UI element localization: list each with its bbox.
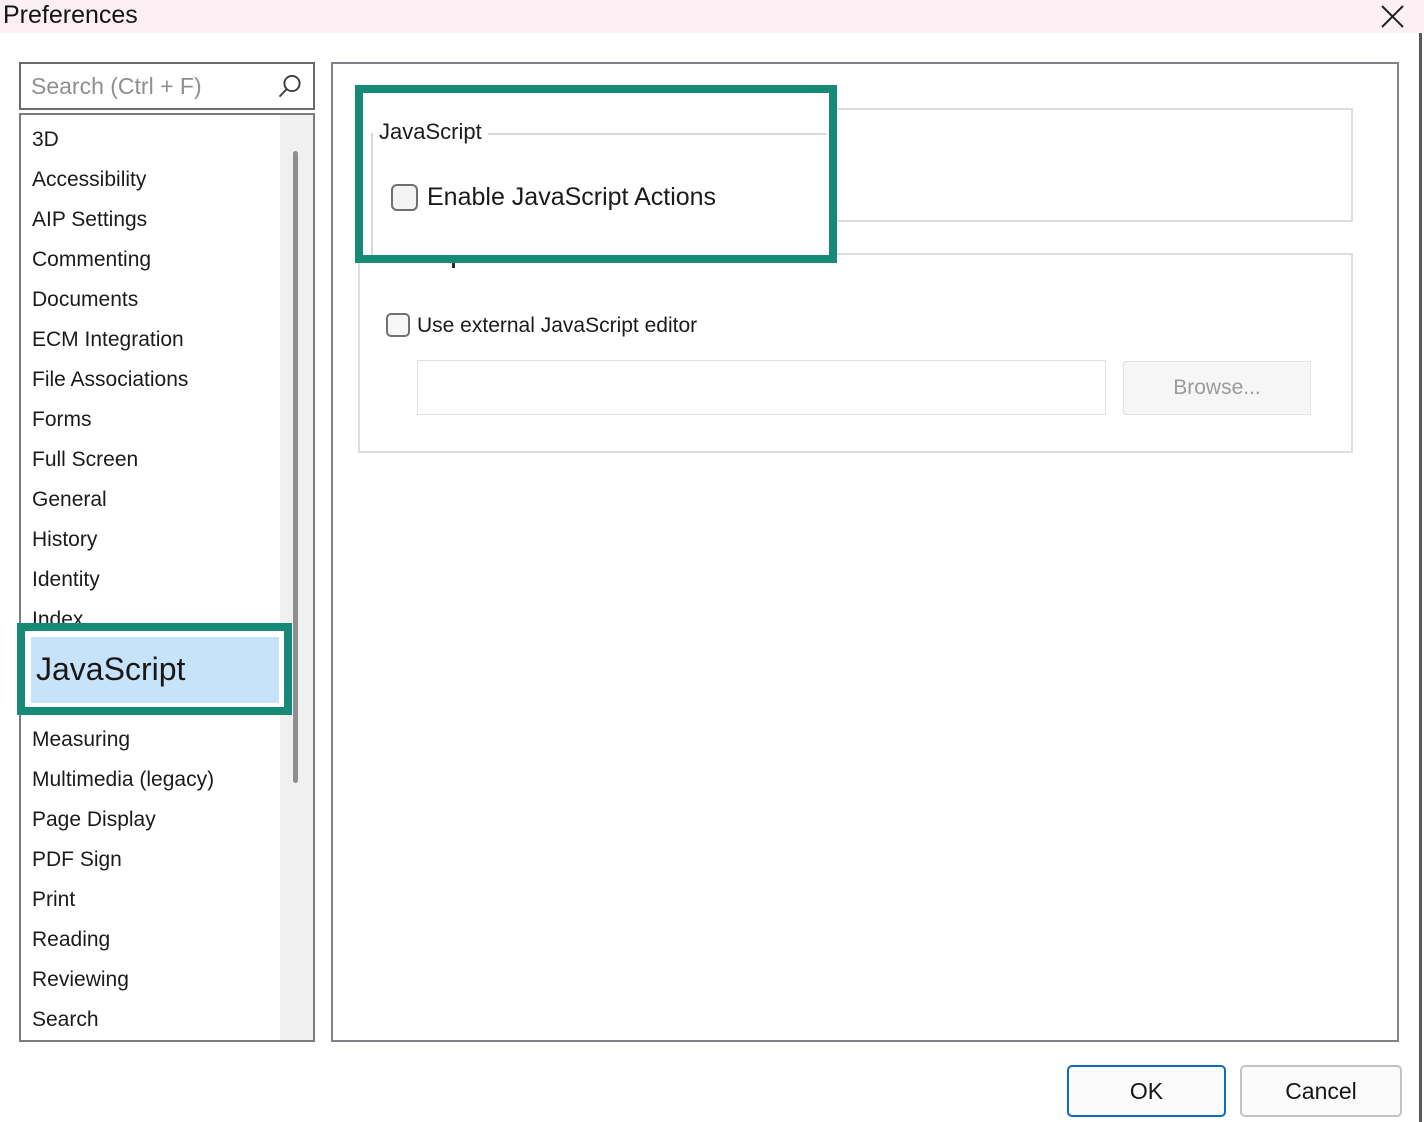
browse-button[interactable]: Browse... xyxy=(1123,361,1311,415)
enable-javascript-actions-label: Enable JavaScript Actions xyxy=(427,182,716,213)
use-external-editor-label: Use external JavaScript editor xyxy=(417,312,697,339)
sidebar-item-file-associations[interactable]: File Associations xyxy=(21,360,313,400)
category-list: 3D Accessibility AIP Settings Commenting… xyxy=(19,113,315,1042)
javascript-editor-groupbox xyxy=(358,253,1353,453)
enable-javascript-actions-checkbox[interactable] xyxy=(391,184,418,211)
sidebar-item-full-screen[interactable]: Full Screen xyxy=(21,440,313,480)
search-icon[interactable] xyxy=(275,73,303,101)
search-box xyxy=(19,62,315,110)
close-button[interactable] xyxy=(1374,1,1410,31)
sidebar-item-history[interactable]: History xyxy=(21,520,313,560)
title-bar: Preferences xyxy=(0,0,1424,33)
groupbox-left-border xyxy=(371,133,373,255)
hidden-legend-descender xyxy=(452,263,455,268)
sidebar-item-pdf-sign[interactable]: PDF Sign xyxy=(21,840,313,880)
sidebar-item-accessibility[interactable]: Accessibility xyxy=(21,160,313,200)
sidebar-scrollbar-track[interactable] xyxy=(280,115,313,1040)
search-input[interactable] xyxy=(31,66,275,106)
sidebar-item-measuring[interactable]: Measuring xyxy=(21,720,313,760)
sidebar-item-javascript-selected[interactable]: JavaScript xyxy=(31,637,279,703)
use-external-editor-checkbox[interactable] xyxy=(386,313,410,337)
sidebar-item-forms[interactable]: Forms xyxy=(21,400,313,440)
annotation-box-javascript-group: JavaScript Enable JavaScript Actions xyxy=(355,85,837,263)
sidebar-item-identity[interactable]: Identity xyxy=(21,560,313,600)
window-right-border xyxy=(1419,33,1422,1122)
sidebar-item-ecm-integration[interactable]: ECM Integration xyxy=(21,320,313,360)
annotation-box-sidebar-javascript: JavaScript xyxy=(17,623,292,715)
ok-button[interactable]: OK xyxy=(1067,1065,1226,1117)
close-icon xyxy=(1380,4,1405,29)
sidebar-item-documents[interactable]: Documents xyxy=(21,280,313,320)
javascript-group-legend: JavaScript xyxy=(373,120,488,144)
sidebar-item-search[interactable]: Search xyxy=(21,1000,313,1040)
sidebar-scrollbar-thumb[interactable] xyxy=(293,151,298,783)
sidebar-item-aip-settings[interactable]: AIP Settings xyxy=(21,200,313,240)
sidebar-item-general[interactable]: General xyxy=(21,480,313,520)
window-title: Preferences xyxy=(3,0,138,33)
cancel-button[interactable]: Cancel xyxy=(1240,1065,1402,1117)
sidebar-item-commenting[interactable]: Commenting xyxy=(21,240,313,280)
sidebar-item-page-display[interactable]: Page Display xyxy=(21,800,313,840)
sidebar-item-reading[interactable]: Reading xyxy=(21,920,313,960)
sidebar-item-3d[interactable]: 3D xyxy=(21,120,313,160)
sidebar-item-print[interactable]: Print xyxy=(21,880,313,920)
sidebar-item-multimedia-legacy[interactable]: Multimedia (legacy) xyxy=(21,760,313,800)
external-editor-path-input[interactable] xyxy=(417,360,1106,415)
sidebar-item-reviewing[interactable]: Reviewing xyxy=(21,960,313,1000)
